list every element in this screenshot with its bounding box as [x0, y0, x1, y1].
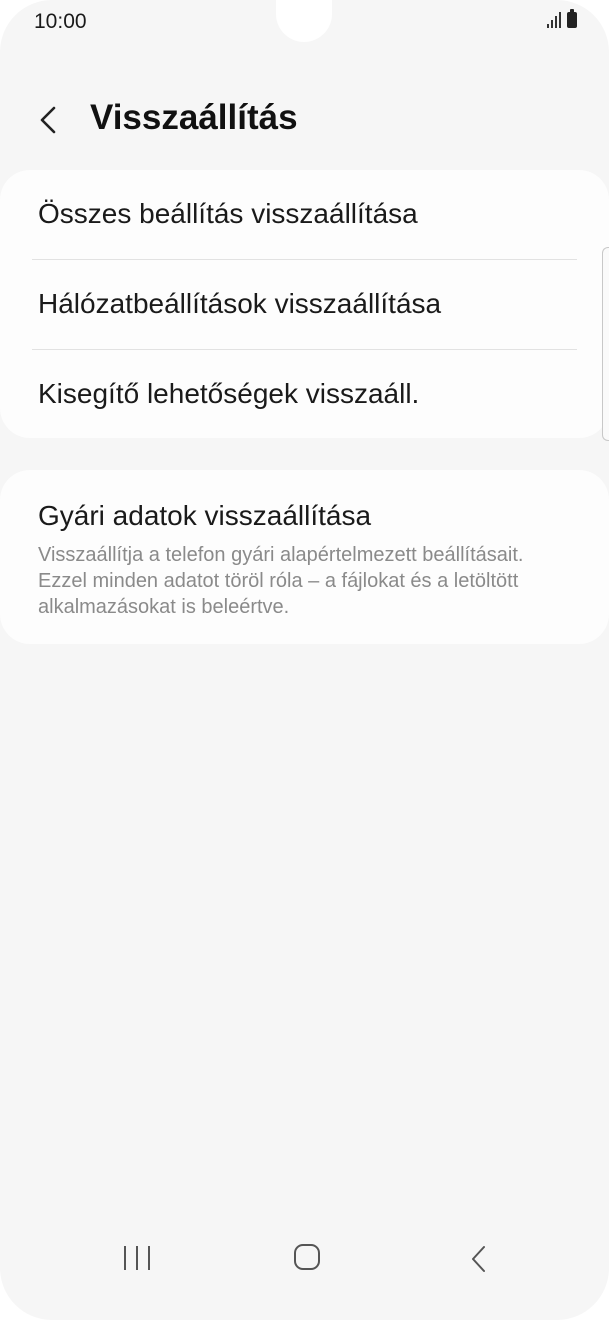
- scroll-handle[interactable]: [602, 247, 609, 441]
- reset-network-settings-item[interactable]: Hálózatbeállítások visszaállítása: [38, 288, 577, 320]
- factory-reset-description: Visszaállítja a telefon gyári alapértelm…: [38, 544, 524, 618]
- camera-notch: [276, 0, 332, 42]
- divider: [32, 349, 577, 350]
- factory-reset-title: Gyári adatok visszaállítása: [38, 500, 372, 531]
- reset-accessibility-item[interactable]: Kisegítő lehetőségek visszaáll.: [38, 378, 577, 410]
- signal-icon: [547, 12, 561, 28]
- reset-all-settings-item[interactable]: Összes beállítás visszaállítása: [38, 198, 577, 230]
- navigation-bar: [0, 1234, 609, 1320]
- factory-reset-card: Gyári adatok visszaállítása Visszaállítj…: [0, 470, 609, 644]
- back-icon[interactable]: [466, 1244, 492, 1274]
- header: Visszaállítás: [0, 90, 609, 150]
- status-time: 10:00: [34, 10, 87, 33]
- status-bar: 10:00: [0, 0, 609, 48]
- battery-icon: [567, 9, 577, 28]
- divider: [32, 259, 577, 260]
- page-title: Visszaállítás: [90, 98, 298, 137]
- phone-screen: 10:00 Visszaállítás Összes beállítás vis…: [0, 0, 609, 1320]
- recent-apps-icon[interactable]: [124, 1246, 150, 1272]
- home-icon[interactable]: [294, 1244, 320, 1270]
- factory-reset-item[interactable]: Gyári adatok visszaállítása Visszaállítj…: [38, 500, 577, 620]
- chevron-left-icon: [40, 106, 56, 134]
- status-icons: [547, 9, 577, 28]
- back-button[interactable]: [30, 96, 70, 144]
- reset-options-card: Összes beállítás visszaállítása Hálózatb…: [0, 170, 609, 438]
